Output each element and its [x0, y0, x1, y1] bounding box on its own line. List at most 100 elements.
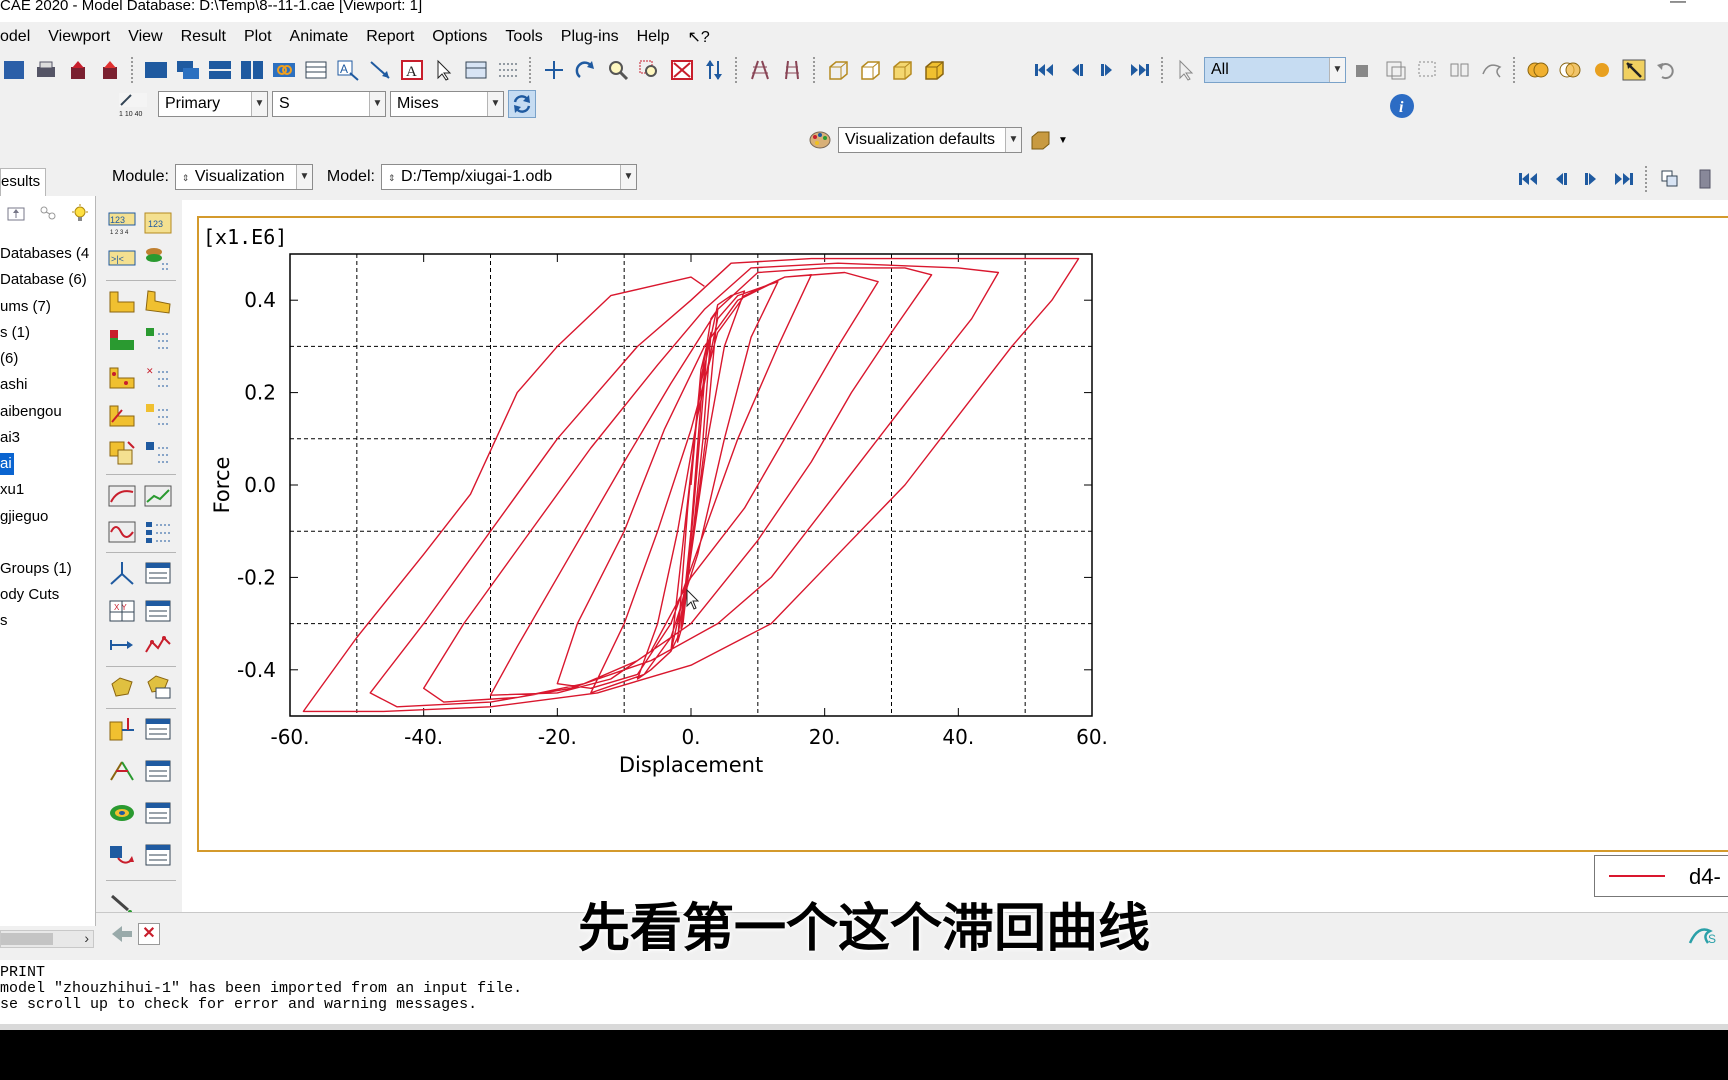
tree-item[interactable]: ody Cuts: [0, 584, 59, 606]
menu-help[interactable]: Help: [628, 28, 679, 46]
menu-animate[interactable]: Animate: [281, 28, 358, 46]
selection-filter-select[interactable]: All ▼: [1204, 57, 1346, 83]
view-shaded-edges-icon[interactable]: [920, 56, 948, 84]
display-group-manager-icon[interactable]: [144, 674, 172, 700]
view-cut-icon[interactable]: [108, 560, 136, 586]
next-frame-icon[interactable]: [1578, 165, 1606, 193]
menu-tools[interactable]: Tools: [496, 28, 551, 46]
viewport-tile-horizontal-icon[interactable]: [206, 56, 234, 84]
lightbulb-icon[interactable]: [70, 204, 90, 227]
selection-options-icon[interactable]: [1350, 56, 1378, 84]
viewport-cascade-icon[interactable]: [174, 56, 202, 84]
drag-select-icon[interactable]: [1414, 56, 1442, 84]
visualization-defaults-select[interactable]: Visualization defaults ▼: [838, 127, 1022, 153]
display-group-icon[interactable]: [108, 674, 136, 700]
tree-item-selected[interactable]: ai: [0, 453, 14, 475]
text-box-icon[interactable]: A: [398, 56, 426, 84]
tree-item[interactable]: (6): [0, 348, 18, 370]
tree-item[interactable]: s (1): [0, 322, 30, 344]
select-entity-icon[interactable]: [1382, 56, 1410, 84]
viewport-single-icon[interactable]: [142, 56, 170, 84]
sphere-icon[interactable]: [1588, 56, 1616, 84]
selection-arrow-icon[interactable]: [1172, 56, 1200, 84]
zoom-icon[interactable]: [604, 56, 632, 84]
xy-plot-icon[interactable]: [144, 632, 172, 658]
animate-harmonic-icon[interactable]: [108, 518, 136, 544]
sweep-extrude-icon[interactable]: [108, 842, 136, 868]
material-orientation-icon[interactable]: [108, 402, 136, 428]
menu-model[interactable]: odel: [0, 28, 39, 46]
pan-icon[interactable]: [540, 56, 568, 84]
tree-item[interactable]: ums (7): [0, 296, 51, 318]
info-icon[interactable]: i: [1388, 92, 1416, 120]
next-frame-icon[interactable]: [1094, 56, 1122, 84]
print-icon[interactable]: [32, 56, 60, 84]
menu-plugins[interactable]: Plug-ins: [552, 28, 628, 46]
menu-report[interactable]: Report: [357, 28, 423, 46]
tree-filter-icon[interactable]: [38, 204, 58, 227]
tab-results[interactable]: esults: [0, 168, 46, 196]
contour-deformed-icon[interactable]: [144, 288, 172, 314]
hysteresis-chart[interactable]: -60. -40. -20. 0. 20. 40. 60. -0.4 -0.2 0.0 0.2 0.4…: [199, 218, 1728, 852]
chevron-down-icon[interactable]: ▼: [1058, 135, 1068, 146]
field-output-dialog-icon[interactable]: 1 10 40: [114, 90, 154, 118]
palette-icon[interactable]: [806, 126, 834, 154]
tree-item[interactable]: Databases (4: [0, 243, 89, 265]
tree-item[interactable]: ai3: [0, 427, 20, 449]
text-annotation-icon[interactable]: A: [334, 56, 362, 84]
xy-data-manager-icon[interactable]: [144, 598, 172, 624]
first-frame-icon[interactable]: [1030, 56, 1058, 84]
minimize-button[interactable]: —: [1670, 0, 1686, 10]
parallel-icon[interactable]: [778, 56, 806, 84]
menu-result[interactable]: Result: [172, 28, 235, 46]
query-pick-icon[interactable]: [1620, 56, 1648, 84]
module-select[interactable]: ⇕ Visualization ▼: [174, 164, 313, 190]
box-zoom-icon[interactable]: [636, 56, 664, 84]
view-cut-manager-icon[interactable]: [144, 560, 172, 586]
particle-manager-icon[interactable]: [144, 800, 172, 826]
tree-item[interactable]: Groups (1): [0, 558, 72, 580]
model-select[interactable]: ⇕ D:/Temp/xiugai-1.odb ▼: [380, 164, 637, 190]
select-cursor-icon[interactable]: [430, 56, 458, 84]
query-table-icon[interactable]: [462, 56, 490, 84]
cycle-views-icon[interactable]: [700, 56, 728, 84]
tree-item[interactable]: aibengou: [0, 401, 62, 423]
context-help-button[interactable]: ↖?: [679, 27, 719, 47]
rotate-icon[interactable]: [572, 56, 600, 84]
particle-tracking-icon[interactable]: [108, 800, 136, 826]
menu-options[interactable]: Options: [423, 28, 496, 46]
animate-time-history-icon[interactable]: [144, 482, 172, 508]
viewport-annotation-icon[interactable]: [270, 56, 298, 84]
list-icon[interactable]: [494, 56, 522, 84]
free-body-cut-icon[interactable]: [108, 716, 136, 742]
render-style-icon[interactable]: [1026, 126, 1054, 154]
symbol-plot-icon[interactable]: >|<: [108, 246, 136, 272]
plot-undeformed-icon[interactable]: 123 1 2 3 4: [108, 210, 136, 236]
superimpose-options-icon[interactable]: [144, 440, 172, 466]
tree-item[interactable]: s: [0, 610, 8, 632]
menu-plot[interactable]: Plot: [235, 28, 281, 46]
invariant-kind-select[interactable]: Primary ▼: [158, 91, 268, 117]
arrow-annotation-icon[interactable]: [366, 56, 394, 84]
tile-windows-icon[interactable]: [1656, 165, 1684, 193]
save-icon[interactable]: [0, 56, 28, 84]
table-icon[interactable]: [302, 56, 330, 84]
menu-view[interactable]: View: [119, 28, 171, 46]
contour-options-icon[interactable]: [144, 326, 172, 352]
boolean-union-icon[interactable]: [1524, 56, 1552, 84]
sweep-manager-icon[interactable]: [144, 842, 172, 868]
menu-viewport[interactable]: Viewport: [39, 28, 119, 46]
viewport-tile-vertical-icon[interactable]: [238, 56, 266, 84]
last-frame-icon[interactable]: [1126, 56, 1154, 84]
select-shape-icon[interactable]: [1478, 56, 1506, 84]
contour-plot-icon[interactable]: [108, 326, 136, 352]
view-shaded-icon[interactable]: [888, 56, 916, 84]
boolean-intersect-icon[interactable]: [1556, 56, 1584, 84]
import-icon[interactable]: [64, 56, 92, 84]
panel-icon[interactable]: [1688, 165, 1716, 193]
create-path-icon[interactable]: [108, 632, 136, 658]
xy-data-icon[interactable]: X Y: [108, 598, 136, 624]
tree-item[interactable]: gjieguo: [0, 506, 48, 528]
tree-item[interactable]: Database (6): [0, 269, 87, 291]
auto-fit-icon[interactable]: [668, 56, 696, 84]
